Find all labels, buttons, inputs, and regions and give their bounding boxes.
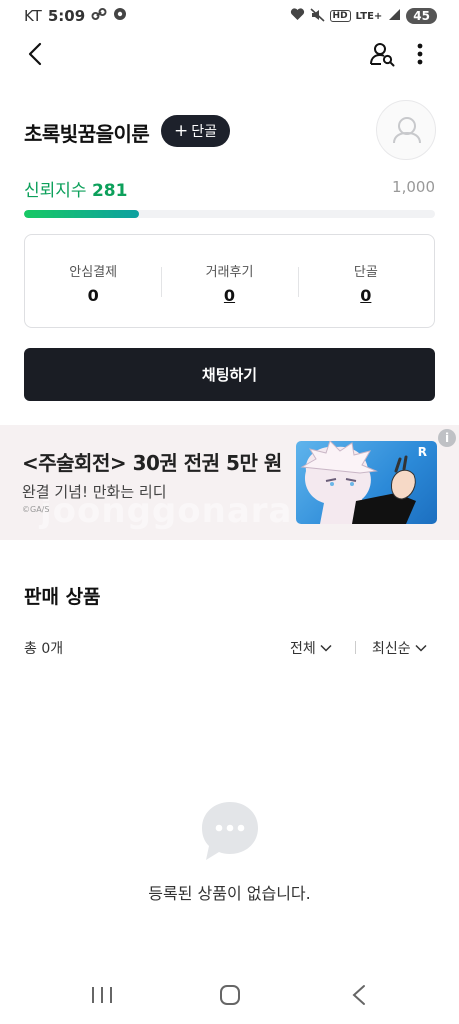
home-button[interactable] [219,984,241,1006]
trust-max: 1,000 [392,178,435,196]
stat-label: 단골 [353,265,378,280]
signal-icon [387,8,401,24]
stat-label: 안심결제 [69,265,118,280]
banner-subtitle: 완결 기념! 만화는 리디 [22,483,167,501]
filter-all-dropdown[interactable]: 전체 [290,638,332,658]
lte-icon: LTE+ [355,10,383,22]
ad-banner[interactable]: joonggonara <주술회전> 30권 전권 5만 원 완결 기념! 만화… [0,425,459,540]
back-nav-button[interactable] [350,984,368,1006]
trust-score: 신뢰지수 281 [24,176,127,201]
stat-value: 0 [87,286,99,305]
sort-label: 최신순 [372,641,411,657]
top-app-bar [0,36,459,72]
banner-title: <주술회전> 30권 전권 5만 원 [22,451,282,475]
stat-value-link[interactable]: 0 [224,286,235,305]
empty-chat-bubble-icon [200,800,260,862]
trust-progress-fill [24,210,140,218]
home-icon [220,985,240,1005]
location-icon [113,7,127,25]
more-options-button[interactable] [410,40,430,68]
mute-icon [309,7,325,25]
recent-apps-button[interactable] [90,985,114,1005]
seller-nickname: 초록빛꿈을이룬 [24,122,150,146]
more-vertical-icon [417,43,423,65]
filter-divider [355,641,356,654]
trust-score-row: 신뢰지수 281 1,000 [24,176,435,201]
banner-copyright: ©GA/S [22,505,50,514]
chevron-down-icon [415,644,427,652]
stat-reviews[interactable]: 거래후기 0 [161,235,297,327]
trust-label: 신뢰지수 [24,181,87,201]
battery-icon: 45 [406,8,437,24]
ad-info-icon[interactable]: i [438,429,456,447]
carrier-label: KT [24,7,42,25]
stat-value-link[interactable]: 0 [360,286,371,305]
status-right: HD LTE+ 45 [290,7,437,25]
chat-button[interactable]: 채팅하기 [24,348,435,401]
status-bar: KT 5:09 HD LTE+ 45 [0,0,459,32]
trust-value: 281 [91,181,128,201]
recent-apps-icon [92,987,112,1003]
link-icon [91,7,107,25]
user-search-button[interactable] [368,40,396,68]
chevron-down-icon [320,644,332,652]
follow-label: 단골 [191,124,217,140]
status-left: KT 5:09 [24,7,127,25]
user-search-icon [370,43,395,67]
sort-dropdown[interactable]: 최신순 [372,638,427,658]
stat-label: 거래후기 [205,265,254,280]
back-icon [28,42,42,66]
banner-badge: R [417,445,427,459]
section-title-products: 판매 상품 [24,586,101,608]
filter-all-label: 전체 [290,641,316,657]
system-nav-bar [0,975,459,1024]
product-count: 총 0개 [24,641,64,657]
back-nav-icon [352,985,365,1005]
banner-image: R [296,441,437,524]
back-button[interactable] [22,40,50,68]
trust-progress-bar [24,210,435,218]
stats-box: 안심결제 0 거래후기 0 단골 0 [24,234,435,328]
avatar [376,100,436,160]
clock: 5:09 [47,7,86,25]
heart-icon [290,8,305,24]
manga-character-illustration [300,441,416,524]
plus-icon: + [173,121,189,141]
hd-icon: HD [329,10,351,22]
empty-message: 등록된 상품이 없습니다. [148,884,311,903]
user-placeholder-icon [393,117,421,144]
follow-button[interactable]: + 단골 [161,115,230,147]
stat-safe-payment: 안심결제 0 [25,235,161,327]
stat-regulars[interactable]: 단골 0 [297,235,434,327]
